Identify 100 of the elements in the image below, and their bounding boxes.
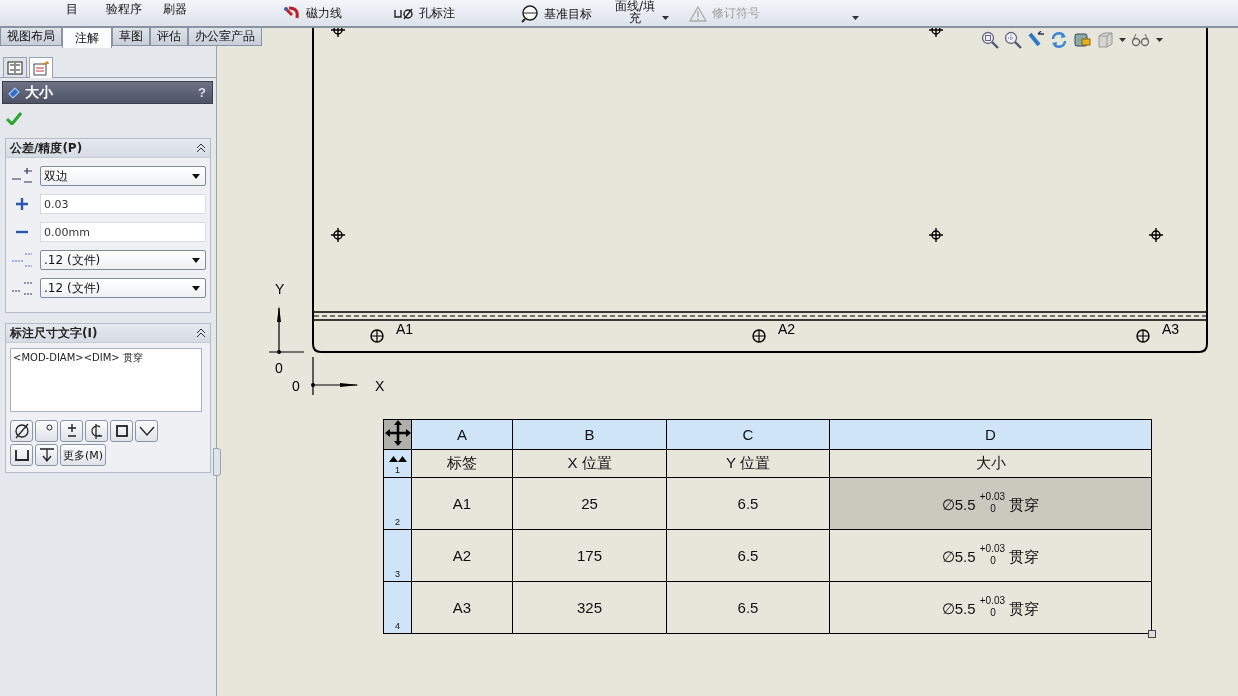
symbol-button[interactable]: [135, 420, 158, 442]
plus-icon: [15, 197, 29, 211]
cube-icon: [1096, 31, 1114, 49]
column-header[interactable]: B: [512, 419, 667, 450]
toolbar-button[interactable]: 磁力线: [281, 5, 344, 22]
table-cell: A3: [411, 581, 513, 634]
move-icon: [384, 420, 411, 446]
hole-center-mark: [1148, 227, 1164, 243]
row-number[interactable]: 1: [395, 465, 400, 475]
dropdown[interactable]: .12 (文件): [40, 250, 206, 270]
collapse-icon[interactable]: [196, 328, 206, 338]
group-title: 标注尺寸文字(I): [10, 324, 99, 342]
ok-button[interactable]: [6, 111, 22, 128]
input-field[interactable]: 0.00mm: [40, 222, 206, 242]
table-cell: 6.5: [666, 529, 830, 582]
caret-icon: [1119, 38, 1126, 42]
hole-callout-icon: [394, 7, 414, 20]
x-axis-arrow: [311, 356, 359, 396]
dropdown-arrow-icon: [192, 173, 200, 179]
caret-icon: [662, 16, 669, 20]
column-header[interactable]: D: [829, 419, 1152, 450]
caret-icon: [1156, 38, 1163, 42]
table-cell: 25: [512, 477, 667, 530]
symbol-button[interactable]: [35, 444, 58, 466]
y-axis-arrow: [268, 306, 305, 354]
hole-symbol: [370, 329, 384, 343]
collapse-arrows-icon: [388, 456, 407, 462]
table-cell: A1: [411, 477, 513, 530]
ribbon-tab[interactable]: 注解: [62, 28, 112, 48]
row-number[interactable]: 2: [395, 517, 400, 527]
table-cell: 6.5: [666, 477, 830, 530]
ribbon-tab[interactable]: 办公室产品: [188, 28, 262, 46]
glasses-icon: [1131, 31, 1151, 49]
axis-origin-label: 0: [275, 360, 283, 376]
hole-label: A3: [1162, 321, 1180, 337]
panel-title: 大小: [25, 83, 54, 102]
dropdown-arrow-icon: [192, 285, 200, 291]
table-cell: A2: [411, 529, 513, 582]
splitter-handle[interactable]: [213, 448, 221, 476]
warning-triangle-icon: [689, 5, 707, 22]
group-title: 公差/精度(P): [10, 139, 84, 157]
datum-target-icon: [521, 5, 539, 23]
symbol-button[interactable]: [10, 444, 33, 466]
zoom-area-icon: [1004, 31, 1022, 49]
refresh-icon: [1050, 31, 1068, 49]
column-header[interactable]: C: [666, 419, 830, 450]
more-button[interactable]: 更多(M): [60, 444, 107, 466]
resize-handle[interactable]: [1148, 630, 1156, 638]
table-cell: ∅5.5 $^{+0.03}$$_{0}$ 贯穿: [829, 477, 1152, 530]
symbol-button[interactable]: [10, 420, 33, 442]
symbol-button[interactable]: [60, 420, 83, 442]
panel-tab[interactable]: [3, 57, 27, 77]
panel-tab[interactable]: [29, 57, 53, 78]
toolbar-button[interactable]: 验程序: [104, 1, 144, 18]
text-area[interactable]: <MOD-DIAM><DIM> 贯穿: [10, 348, 202, 412]
table-cell: 6.5: [666, 581, 830, 634]
hole-label: A1: [396, 321, 414, 337]
checkmark-icon: [6, 111, 22, 125]
zoom-fit-icon: [981, 31, 999, 49]
axis-label: X: [375, 378, 385, 394]
table-cell: ∅5.5 $^{+0.03}$$_{0}$ 贯穿: [829, 529, 1152, 582]
table-cell: 大小: [829, 449, 1152, 478]
hole-center-mark: [928, 28, 944, 38]
tree-icon: [7, 60, 23, 75]
hole-center-mark: [330, 28, 346, 38]
table-cell: 325: [512, 581, 667, 634]
dropdown[interactable]: 双边: [40, 166, 206, 186]
row-number[interactable]: 3: [395, 569, 400, 579]
display-style-icon: [1073, 31, 1091, 49]
ribbon-tab[interactable]: 草图: [112, 28, 150, 46]
hole-symbol: [752, 329, 766, 343]
hole-center-mark: [330, 227, 346, 243]
toolbar-button[interactable]: 目: [64, 1, 80, 18]
property-sheet-icon: [32, 60, 50, 76]
row-number[interactable]: 4: [395, 621, 400, 631]
toolbar-button[interactable]: 面线/填充: [612, 0, 658, 24]
table-cell: X 位置: [512, 449, 667, 478]
hole-center-mark: [928, 227, 944, 243]
ribbon-tab[interactable]: 视图布局: [0, 28, 62, 46]
input-field[interactable]: 0.03: [40, 194, 206, 214]
degree-icon: [46, 423, 53, 431]
symbol-button[interactable]: [110, 420, 133, 442]
collapse-icon[interactable]: [196, 143, 206, 153]
table-cell: Y 位置: [666, 449, 830, 478]
table-cell: 175: [512, 529, 667, 582]
hole-label: A2: [778, 321, 796, 337]
table-cell: ∅5.5 $^{+0.03}$$_{0}$ 贯穿: [829, 581, 1152, 634]
ribbon-tab[interactable]: 评估: [150, 28, 188, 46]
column-header[interactable]: A: [411, 419, 513, 450]
hole-symbol: [1136, 329, 1150, 343]
dropdown-arrow-icon: [192, 257, 200, 263]
toolbar-button[interactable]: 基准目标: [519, 5, 594, 23]
toolbar-button[interactable]: 刷器: [161, 1, 189, 18]
help-button[interactable]: ?: [198, 85, 206, 100]
table-cell: 标签: [411, 449, 513, 478]
axis-label: Y: [275, 281, 285, 297]
dropdown[interactable]: .12 (文件): [40, 278, 206, 298]
symbol-button[interactable]: [85, 420, 108, 442]
toolbar-button[interactable]: 孔标注: [392, 5, 457, 22]
axis-origin-label: 0: [292, 378, 300, 394]
